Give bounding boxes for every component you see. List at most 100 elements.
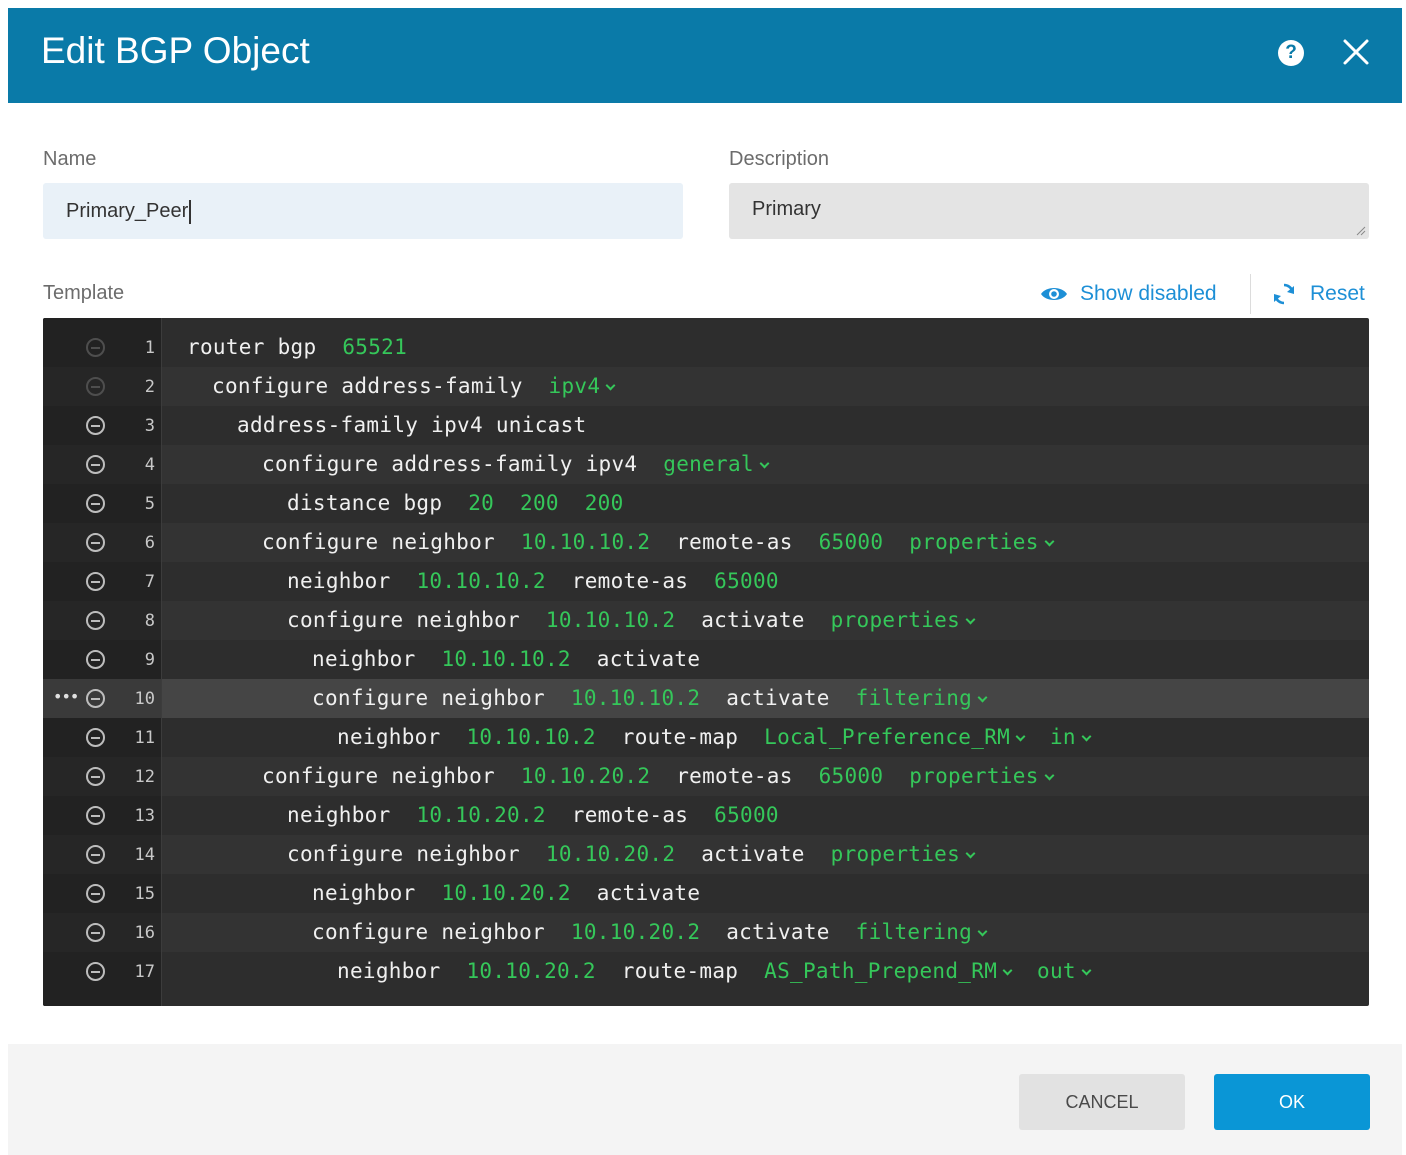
code-value: 10.10.20.2 — [520, 764, 651, 788]
code-text: configure neighbor 10.10.20.2 activate f… — [312, 920, 988, 944]
code-value: 10.10.20.2 — [441, 881, 571, 905]
code-spacer — [546, 803, 572, 827]
disable-line-icon[interactable] — [86, 806, 105, 825]
chevron-down-icon — [977, 926, 988, 937]
code-dropdown[interactable]: general — [663, 452, 770, 476]
disable-line-icon[interactable] — [86, 962, 105, 981]
ok-button[interactable]: OK — [1214, 1074, 1370, 1130]
code-dropdown[interactable]: AS_Path_Prepend_RM — [764, 959, 1013, 983]
code-keyword: activate — [701, 608, 805, 632]
code-spacer — [830, 686, 856, 710]
reset-button[interactable]: Reset — [1272, 280, 1365, 308]
disable-line-icon[interactable] — [86, 377, 105, 396]
line-number: 5 — [144, 494, 155, 514]
code-line-3[interactable]: 3 address-family ipv4 unicast — [43, 406, 1369, 445]
name-input-value: Primary_Peer — [66, 200, 189, 222]
code-text: configure neighbor 10.10.10.2 remote-as … — [262, 530, 1055, 554]
disable-line-icon[interactable] — [86, 728, 105, 747]
code-spacer — [793, 530, 819, 554]
code-keyword: neighbor — [312, 881, 416, 905]
code-keyword: route-map — [621, 725, 739, 749]
code-spacer — [520, 608, 546, 632]
code-text: configure neighbor 10.10.10.2 activate f… — [312, 686, 988, 710]
code-spacer — [494, 491, 520, 515]
code-dropdown[interactable]: in — [1050, 725, 1092, 749]
code-spacer — [571, 881, 597, 905]
disable-line-icon[interactable] — [86, 494, 105, 513]
code-line-11[interactable]: 11 neighbor 10.10.10.2 route-map Local_Pr… — [43, 718, 1369, 757]
line-number: 12 — [134, 767, 155, 787]
code-line-6[interactable]: 6 configure neighbor 10.10.10.2 remote-as… — [43, 523, 1369, 562]
disable-line-icon[interactable] — [86, 338, 105, 357]
description-textarea[interactable]: Primary — [729, 183, 1369, 239]
code-line-2[interactable]: 2 configure address-family ipv4 — [43, 367, 1369, 406]
code-value: 65000 — [818, 764, 884, 788]
code-spacer — [441, 959, 467, 983]
code-line-10[interactable]: ••• 10 configure neighbor 10.10.10.2 activ… — [43, 679, 1369, 718]
code-dropdown[interactable]: properties — [909, 530, 1055, 554]
code-line-12[interactable]: 12 configure neighbor 10.10.20.2 remote-a… — [43, 757, 1369, 796]
code-spacer — [442, 491, 468, 515]
code-dropdown[interactable]: properties — [909, 764, 1055, 788]
disable-line-icon[interactable] — [86, 572, 105, 591]
line-number: 9 — [144, 650, 155, 670]
code-text: configure address-family ipv4 — [212, 374, 616, 398]
disable-line-icon[interactable] — [86, 611, 105, 630]
code-line-4[interactable]: 4 configure address-family ipv4 general — [43, 445, 1369, 484]
code-line-16[interactable]: 16 configure neighbor 10.10.20.2 activate… — [43, 913, 1369, 952]
code-line-17[interactable]: 17 neighbor 10.10.20.2 route-map AS_Path_… — [43, 952, 1369, 991]
name-input[interactable]: Primary_Peer — [43, 183, 683, 239]
code-keyword: address-family ipv4 unicast — [237, 413, 587, 437]
code-text: configure address-family ipv4 general — [262, 452, 770, 476]
code-line-9[interactable]: 9 neighbor 10.10.10.2 activate — [43, 640, 1369, 679]
code-spacer — [1011, 959, 1037, 983]
disable-line-icon[interactable] — [86, 845, 105, 864]
disable-line-icon[interactable] — [86, 923, 105, 942]
help-icon[interactable]: ? — [1278, 40, 1304, 66]
disable-line-icon[interactable] — [86, 533, 105, 552]
code-dropdown[interactable]: out — [1037, 959, 1092, 983]
disable-line-icon[interactable] — [86, 455, 105, 474]
cancel-button[interactable]: CANCEL — [1019, 1074, 1185, 1130]
code-value: 20 — [468, 491, 495, 515]
code-spacer — [546, 569, 572, 593]
code-keyword: remote-as — [571, 803, 689, 827]
code-dropdown[interactable]: properties — [831, 842, 976, 866]
code-line-8[interactable]: 8 configure neighbor 10.10.10.2 activate … — [43, 601, 1369, 640]
dialog-header: Edit BGP Object ? — [8, 8, 1402, 103]
code-line-1[interactable]: 1 router bgp 65521 — [43, 328, 1369, 367]
line-number: 14 — [134, 845, 155, 865]
more-options-icon[interactable]: ••• — [53, 687, 79, 706]
code-dropdown[interactable]: filtering — [856, 920, 988, 944]
code-dropdown[interactable]: filtering — [856, 686, 988, 710]
disable-line-icon[interactable] — [86, 416, 105, 435]
code-line-5[interactable]: 5 distance bgp 20 200 200 — [43, 484, 1369, 523]
disable-line-icon[interactable] — [86, 650, 105, 669]
show-disabled-toggle[interactable]: Show disabled — [1040, 280, 1217, 308]
code-text: distance bgp 20 200 200 — [287, 491, 624, 515]
disable-line-icon[interactable] — [86, 884, 105, 903]
chevron-down-icon — [1044, 536, 1055, 547]
code-spacer — [416, 647, 442, 671]
code-spacer — [545, 686, 571, 710]
code-dropdown[interactable]: properties — [831, 608, 976, 632]
code-value: 10.10.20.2 — [466, 959, 596, 983]
resize-grip-icon[interactable] — [1356, 226, 1366, 236]
code-text: configure neighbor 10.10.10.2 activate p… — [287, 608, 976, 632]
code-value: 200 — [584, 491, 624, 515]
code-value: 10.10.10.2 — [520, 530, 651, 554]
code-dropdown[interactable]: Local_Preference_RM — [764, 725, 1026, 749]
code-dropdown[interactable]: ipv4 — [549, 374, 616, 398]
code-spacer — [545, 920, 571, 944]
code-line-14[interactable]: 14 configure neighbor 10.10.20.2 activate… — [43, 835, 1369, 874]
code-spacer — [675, 842, 701, 866]
close-icon[interactable] — [1338, 34, 1374, 70]
code-line-15[interactable]: 15 neighbor 10.10.20.2 activate — [43, 874, 1369, 913]
disable-line-icon[interactable] — [86, 689, 105, 708]
code-keyword: configure address-family — [212, 374, 523, 398]
chevron-down-icon — [759, 458, 770, 469]
code-keyword: neighbor — [337, 959, 441, 983]
code-line-7[interactable]: 7 neighbor 10.10.10.2 remote-as 65000 — [43, 562, 1369, 601]
disable-line-icon[interactable] — [86, 767, 105, 786]
code-line-13[interactable]: 13 neighbor 10.10.20.2 remote-as 65000 — [43, 796, 1369, 835]
